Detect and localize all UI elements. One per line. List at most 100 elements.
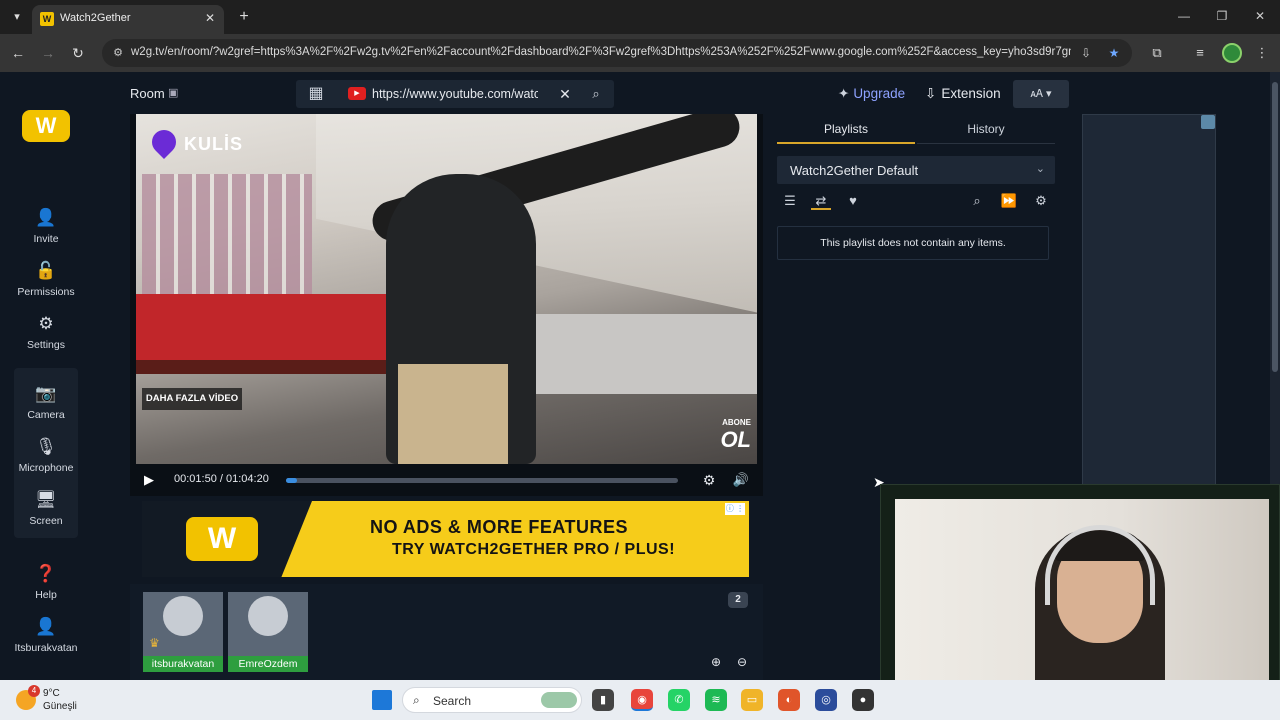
- browser-tab[interactable]: W Watch2Gether ✕: [32, 5, 224, 34]
- install-app-icon[interactable]: ⇩: [1078, 45, 1094, 61]
- subscribe-button[interactable]: ABONE OL: [720, 418, 751, 453]
- search-icon[interactable]: ⌕: [586, 84, 606, 104]
- user-tile[interactable]: EmreOzdem: [228, 592, 308, 672]
- tab-history[interactable]: History: [917, 122, 1055, 144]
- sidebar-item-user[interactable]: 👤 Itsburakvatan: [8, 615, 84, 663]
- profile-avatar[interactable]: [1222, 43, 1242, 63]
- avatar: [248, 596, 288, 636]
- fast-forward-icon[interactable]: ⏩: [999, 192, 1019, 210]
- file-explorer-dark-icon[interactable]: ▮: [592, 689, 614, 711]
- video-search-input[interactable]: [372, 86, 538, 102]
- address-bar[interactable]: ⚙ w2g.tv/en/room/?w2gref=https%3A%2F%2Fw…: [102, 39, 1132, 67]
- maximize-icon[interactable]: ❐: [1208, 6, 1236, 26]
- sparkle-icon: ✦: [838, 86, 850, 101]
- sidebar-item-label: Settings: [27, 339, 65, 351]
- spotify-icon[interactable]: ≋: [705, 689, 727, 711]
- monitor-icon: 🖥: [35, 490, 57, 509]
- reload-icon[interactable]: ↻: [68, 43, 88, 63]
- sidebar-item-permissions[interactable]: 🔓 Permissions: [8, 259, 84, 307]
- sidebar-item-microphone[interactable]: 🎙 Microphone: [8, 435, 84, 483]
- heart-icon[interactable]: ♥: [843, 192, 863, 210]
- browser-menu-icon[interactable]: ⋮: [1252, 43, 1272, 63]
- sidebar-item-settings[interactable]: ⚙ Settings: [8, 312, 84, 360]
- chrome-icon[interactable]: ◉: [631, 689, 653, 711]
- bookmark-star-icon[interactable]: ★: [1106, 45, 1122, 61]
- ad-choices-icon[interactable]: ⓘ ⋮: [725, 503, 745, 515]
- ad-headline: NO ADS & MORE FEATURES: [370, 517, 629, 537]
- upgrade-button[interactable]: ✦ Upgrade: [838, 86, 905, 102]
- playlist-empty-message: This playlist does not contain any items…: [777, 226, 1049, 260]
- back-icon[interactable]: ←: [8, 43, 28, 63]
- weather-temperature[interactable]: 9°C: [43, 688, 60, 699]
- sidebar-item-label: Permissions: [17, 286, 75, 298]
- youtube-icon[interactable]: ▶: [348, 87, 366, 100]
- w2g-logo[interactable]: W: [22, 110, 70, 142]
- taskbar-search-label: Search: [433, 694, 472, 708]
- url-text[interactable]: w2g.tv/en/room/?w2gref=https%3A%2F%2Fw2g…: [131, 46, 1071, 58]
- tab-playlists[interactable]: Playlists: [777, 122, 915, 144]
- windows-start-icon[interactable]: [372, 690, 392, 710]
- volume-icon[interactable]: 🔊: [732, 470, 750, 490]
- headset-icon: [1045, 525, 1155, 605]
- whatsapp-icon[interactable]: ✆: [668, 689, 690, 711]
- user-tile[interactable]: ♛ itsburakvatan: [143, 592, 223, 672]
- extension-button[interactable]: ⇩ Extension: [925, 86, 1001, 102]
- site-info-icon[interactable]: ⚙: [110, 45, 126, 61]
- language-icon: 🗚: [1030, 88, 1043, 100]
- forward-icon[interactable]: →: [38, 43, 58, 63]
- scrollbar-thumb[interactable]: [1272, 82, 1278, 372]
- extensions-icon[interactable]: ⧉: [1147, 43, 1167, 63]
- playlist-selected: Watch2Gether Default: [790, 163, 919, 178]
- zoom-in-icon[interactable]: ⊕: [708, 654, 724, 670]
- sidebar-item-label: Invite: [33, 233, 59, 245]
- tab-close-icon[interactable]: ✕: [202, 10, 218, 26]
- close-window-icon[interactable]: ✕: [1246, 6, 1274, 26]
- shuffle-icon[interactable]: ⇄: [811, 192, 831, 210]
- sidebar-item-camera[interactable]: 📷 Camera: [8, 382, 84, 430]
- minimize-icon[interactable]: —: [1170, 6, 1198, 26]
- video-search-bar: ▦ ▶ ✕ ⌕: [296, 80, 614, 108]
- clear-search-icon[interactable]: ✕: [556, 84, 574, 104]
- sidebar-item-label: Help: [35, 589, 57, 601]
- webcam-video: [895, 499, 1269, 691]
- video-scene: [142, 174, 312, 304]
- tab-search-icon[interactable]: ▾: [6, 7, 28, 27]
- sidebar-item-screen[interactable]: 🖥 Screen: [8, 488, 84, 536]
- play-icon[interactable]: ▶: [144, 470, 160, 490]
- playlist-select[interactable]: Watch2Gether Default ⌄: [777, 156, 1055, 184]
- sidebar-item-label: Screen: [29, 515, 63, 527]
- video-player: KULİS DAHA FAZLA VİDEO ABONE OL ▶ 00:01:…: [130, 114, 763, 496]
- apps-grid-icon[interactable]: ▦: [296, 80, 336, 108]
- list-numbered-icon[interactable]: ☰: [780, 192, 800, 210]
- users-strip: ♛ itsburakvatan EmreOzdem 2 ⊕ ⊖: [130, 584, 763, 680]
- video-frame[interactable]: KULİS DAHA FAZLA VİDEO ABONE OL: [136, 114, 757, 464]
- gear-icon[interactable]: ⚙: [1031, 192, 1051, 210]
- sidebar-item-help[interactable]: ❓ Help: [8, 562, 84, 610]
- folder-icon[interactable]: ▭: [741, 689, 763, 711]
- room-label: Room: [130, 86, 165, 101]
- media-control-icon[interactable]: ≡: [1190, 43, 1210, 63]
- app-orange-icon[interactable]: ◐: [778, 689, 800, 711]
- location-pin-icon: [147, 125, 181, 159]
- subscribe-ol: OL: [720, 427, 751, 452]
- taskbar-search[interactable]: ⌕ Search: [402, 687, 582, 713]
- weather-description[interactable]: Güneşli: [43, 701, 77, 712]
- copy-link-icon[interactable]: ▣: [168, 86, 178, 99]
- panel-toggle-button[interactable]: [1201, 115, 1215, 129]
- obs-icon[interactable]: ●: [852, 689, 874, 711]
- user-name: EmreOzdem: [228, 656, 308, 672]
- pro-ad-banner[interactable]: W NO ADS & MORE FEATURES TRY WATCH2GETHE…: [142, 501, 749, 577]
- w2g-logo: W: [186, 517, 258, 561]
- more-videos-button[interactable]: DAHA FAZLA VİDEO: [142, 388, 242, 410]
- player-settings-icon[interactable]: ⚙: [700, 470, 718, 490]
- search-icon[interactable]: ⌕: [967, 192, 987, 210]
- ad-subline: TRY WATCH2GETHER PRO / PLUS!: [392, 541, 676, 558]
- new-tab-icon[interactable]: +: [234, 7, 254, 27]
- language-select-button[interactable]: 🗚 ▾: [1013, 80, 1069, 108]
- app-blue-icon[interactable]: ◎: [815, 689, 837, 711]
- zoom-out-icon[interactable]: ⊖: [734, 654, 750, 670]
- seek-bar[interactable]: [286, 478, 678, 483]
- user-name: itsburakvatan: [143, 656, 223, 672]
- chevron-down-icon: ⌄: [1035, 163, 1045, 175]
- sidebar-item-invite[interactable]: 👤 Invite: [8, 206, 84, 254]
